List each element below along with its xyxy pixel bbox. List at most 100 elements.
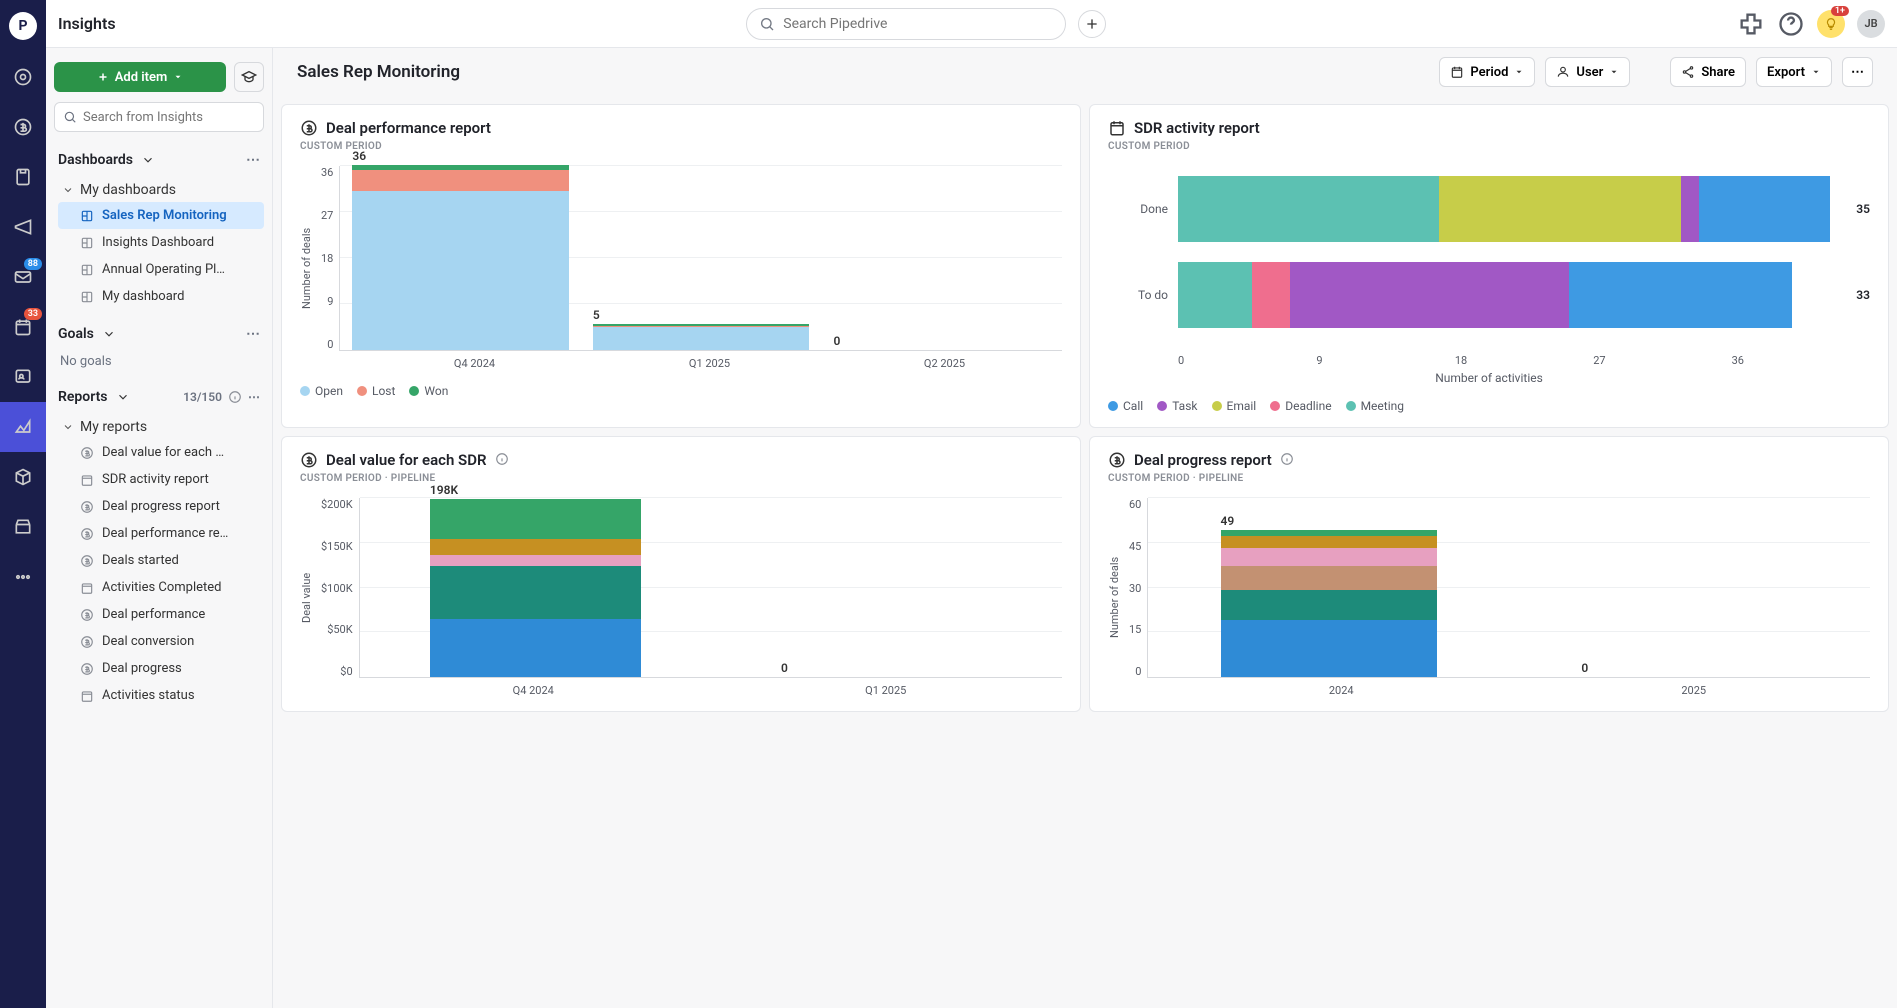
bar-segment[interactable]: [1252, 262, 1289, 328]
bar-segment[interactable]: [1178, 262, 1252, 328]
bar-segment[interactable]: [430, 499, 641, 540]
user-icon: [1556, 65, 1570, 79]
legend-item[interactable]: Lost: [357, 384, 395, 398]
bar-segment[interactable]: [430, 539, 641, 554]
sidebar-item-report[interactable]: Activities Completed: [58, 574, 264, 601]
rail-activities-icon[interactable]: 33: [0, 302, 46, 352]
sidebar-item-report[interactable]: Deal progress: [58, 655, 264, 682]
rail-more-icon[interactable]: [0, 552, 46, 602]
bar-segment[interactable]: [1178, 176, 1439, 242]
sidebar-item-report[interactable]: Deal progress report: [58, 493, 264, 520]
calendar-icon: [1450, 65, 1464, 79]
global-search-input[interactable]: [783, 16, 1053, 32]
sidebar-search-input[interactable]: [83, 110, 255, 125]
bar-segment[interactable]: [430, 566, 641, 618]
rail-products-icon[interactable]: [0, 452, 46, 502]
rail-insights-icon[interactable]: [0, 402, 46, 452]
bar-segment[interactable]: [430, 619, 641, 678]
bar-segment[interactable]: [1221, 566, 1437, 590]
goals-section-header[interactable]: Goals ⋯: [54, 320, 264, 348]
extensions-icon[interactable]: [1737, 10, 1765, 38]
more-actions-button[interactable]: ⋯: [1842, 57, 1873, 87]
dashboards-more-icon[interactable]: ⋯: [246, 152, 260, 168]
sidebar-item-report[interactable]: Deal performance: [58, 601, 264, 628]
sidebar-item-dashboard[interactable]: Insights Dashboard: [58, 229, 264, 256]
reports-more-icon[interactable]: ⋯: [248, 390, 260, 404]
bar-segment[interactable]: [593, 327, 809, 350]
graduation-cap-icon: [241, 69, 257, 85]
rail-mail-icon[interactable]: 88: [0, 252, 46, 302]
pipedrive-logo[interactable]: P: [9, 12, 37, 40]
sidebar-item-report[interactable]: Activities status: [58, 682, 264, 709]
legend-item[interactable]: Call: [1108, 399, 1143, 413]
rail-leads-icon[interactable]: [0, 52, 46, 102]
legend-item[interactable]: Deadline: [1270, 399, 1331, 413]
sidebar-group[interactable]: My dashboards: [58, 178, 264, 202]
legend-item[interactable]: Email: [1212, 399, 1257, 413]
reports-section-header[interactable]: Reports 13/150 ⋯: [54, 383, 264, 411]
bar-segment[interactable]: [352, 170, 568, 191]
sidebar-search[interactable]: [54, 102, 264, 132]
global-search[interactable]: [746, 8, 1066, 40]
bar-segment[interactable]: [430, 555, 641, 567]
rail-contacts-icon[interactable]: [0, 352, 46, 402]
add-item-button[interactable]: Add item: [54, 62, 226, 92]
rail-marketplace-icon[interactable]: [0, 502, 46, 552]
sales-assistant-button[interactable]: 1+: [1817, 10, 1845, 38]
insights-sidebar: Add item Dashboards ⋯ My dashboardsSales…: [46, 48, 273, 1008]
rail-projects-icon[interactable]: [0, 152, 46, 202]
legend-item[interactable]: Won: [409, 384, 448, 398]
bar-total-label: 0: [1581, 661, 1588, 675]
report-card: SDR activity report CUSTOM PERIOD Done35…: [1089, 104, 1889, 428]
bar-segment[interactable]: [1221, 620, 1437, 677]
bulb-icon: [1824, 17, 1838, 31]
bar-segment[interactable]: [1569, 262, 1792, 328]
info-icon[interactable]: [228, 390, 242, 404]
reports-label: Reports: [58, 389, 108, 405]
period-button[interactable]: Period: [1439, 57, 1535, 87]
bar-segment[interactable]: [1221, 536, 1437, 548]
sidebar-item-dashboard[interactable]: Sales Rep Monitoring: [58, 202, 264, 229]
user-avatar[interactable]: JB: [1857, 10, 1885, 38]
info-icon[interactable]: [495, 452, 509, 469]
plus-icon: [1084, 16, 1100, 32]
y-axis-label: Number of deals: [1108, 498, 1121, 697]
user-filter-button[interactable]: User: [1545, 57, 1630, 87]
sidebar-item-report[interactable]: Deal performance re…: [58, 520, 264, 547]
goals-more-icon[interactable]: ⋯: [246, 326, 260, 342]
rail-deals-icon[interactable]: [0, 102, 46, 152]
help-icon[interactable]: [1777, 10, 1805, 38]
rail-campaigns-icon[interactable]: [0, 202, 46, 252]
card-title[interactable]: Deal performance report: [300, 119, 1062, 137]
bar-segment[interactable]: [1681, 176, 1700, 242]
sidebar-item-report[interactable]: Deals started: [58, 547, 264, 574]
legend-item[interactable]: Open: [300, 384, 343, 398]
card-title[interactable]: SDR activity report: [1108, 119, 1870, 137]
card-title[interactable]: Deal value for each SDR: [300, 451, 1062, 469]
bar-total-label: 0: [833, 334, 840, 348]
card-title[interactable]: Deal progress report: [1108, 451, 1870, 469]
sidebar-item-report[interactable]: Deal value for each …: [58, 439, 264, 466]
sidebar-item-report[interactable]: SDR activity report: [58, 466, 264, 493]
quick-add-button[interactable]: [1078, 10, 1106, 38]
bar-segment[interactable]: [1221, 590, 1437, 620]
sidebar-item-dashboard[interactable]: My dashboard: [58, 283, 264, 310]
x-axis-label: Number of activities: [1108, 371, 1870, 385]
report-card: Deal progress report CUSTOM PERIOD · PIP…: [1089, 436, 1889, 712]
sidebar-item-dashboard[interactable]: Annual Operating Pl…: [58, 256, 264, 283]
legend-item[interactable]: Meeting: [1346, 399, 1404, 413]
bar-segment[interactable]: [1290, 262, 1569, 328]
share-button[interactable]: Share: [1670, 57, 1746, 87]
export-button[interactable]: Export: [1756, 57, 1832, 87]
sidebar-item-report[interactable]: Deal conversion: [58, 628, 264, 655]
bar-segment[interactable]: [1699, 176, 1829, 242]
sidebar-group[interactable]: My reports: [58, 415, 264, 439]
legend-item[interactable]: Task: [1157, 399, 1197, 413]
dashboards-section-header[interactable]: Dashboards ⋯: [54, 146, 264, 174]
bar-segment[interactable]: [1439, 176, 1681, 242]
bar-segment[interactable]: [352, 191, 568, 350]
y-axis-label: Number of deals: [300, 166, 313, 370]
info-icon[interactable]: [1280, 452, 1294, 469]
bar-segment[interactable]: [1221, 548, 1437, 566]
academy-button[interactable]: [234, 62, 264, 92]
